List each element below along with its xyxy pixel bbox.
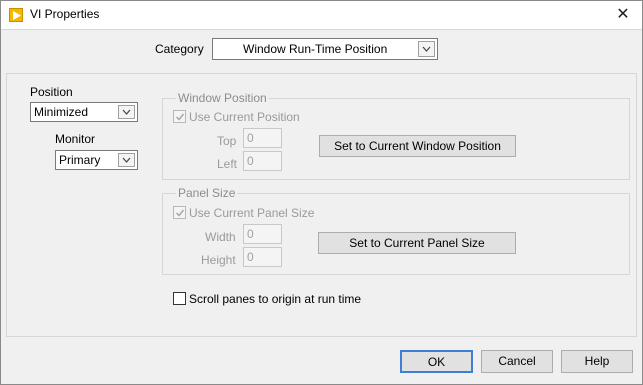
top-input[interactable]: 0 (243, 128, 282, 148)
window-title: VI Properties (30, 7, 100, 21)
close-icon: ✕ (616, 6, 630, 23)
ok-button[interactable]: OK (400, 350, 473, 373)
help-button[interactable]: Help (561, 350, 633, 373)
height-input[interactable]: 0 (243, 247, 282, 267)
category-label: Category (155, 42, 204, 56)
position-label: Position (30, 85, 73, 99)
use-current-position-label: Use Current Position (189, 110, 300, 124)
close-button[interactable]: ✕ (612, 5, 634, 25)
monitor-value: Primary (59, 153, 101, 167)
chevron-down-icon (118, 153, 135, 167)
width-label: Width (205, 230, 236, 244)
left-label: Left (217, 157, 238, 171)
window-position-title: Window Position (176, 91, 269, 105)
scroll-panes-checkbox[interactable] (173, 292, 186, 305)
monitor-label: Monitor (55, 132, 96, 146)
left-input[interactable]: 0 (243, 151, 282, 171)
use-current-panel-size-label: Use Current Panel Size (189, 206, 315, 220)
chevron-down-icon (418, 41, 435, 57)
cancel-button[interactable]: Cancel (481, 350, 553, 373)
use-current-position-checkbox[interactable] (173, 110, 186, 123)
top-label: Top (217, 134, 237, 148)
set-panel-size-button[interactable]: Set to Current Panel Size (318, 232, 516, 254)
category-dropdown[interactable]: Window Run-Time Position (212, 38, 438, 60)
height-label: Height (201, 253, 236, 267)
set-window-position-button[interactable]: Set to Current Window Position (319, 135, 516, 157)
chevron-down-icon (118, 105, 135, 119)
position-dropdown[interactable]: Minimized (30, 102, 138, 122)
monitor-dropdown[interactable]: Primary (55, 150, 138, 170)
labview-vi-icon (9, 8, 23, 22)
panel-size-title: Panel Size (176, 186, 238, 200)
scroll-panes-label: Scroll panes to origin at run time (189, 292, 362, 306)
width-input[interactable]: 0 (243, 224, 282, 244)
category-value: Window Run-Time Position (243, 42, 388, 56)
position-value: Minimized (34, 105, 89, 119)
use-current-panel-size-checkbox[interactable] (173, 206, 186, 219)
